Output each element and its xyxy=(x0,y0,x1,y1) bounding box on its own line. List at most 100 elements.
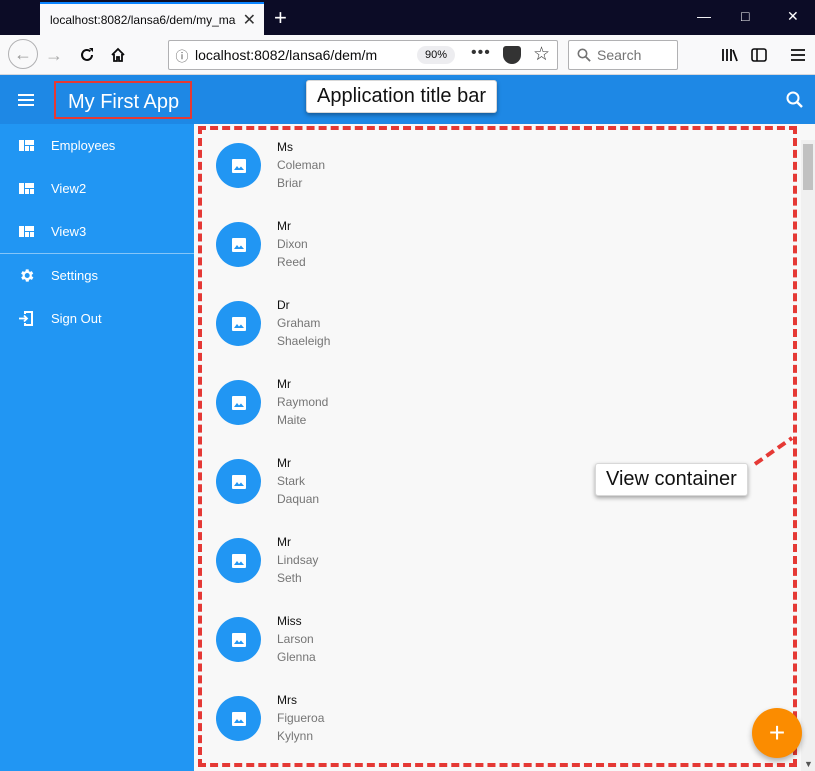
avatar xyxy=(216,538,261,583)
sidebar-item-settings[interactable]: Settings xyxy=(0,254,194,297)
scroll-down-icon[interactable]: ▼ xyxy=(804,759,813,769)
employee-title: Mrs xyxy=(277,693,297,707)
forward-icon[interactable]: → xyxy=(40,41,68,69)
view-quilt-icon xyxy=(19,183,34,194)
view-container-callout: View container xyxy=(595,463,748,496)
callout-pointer xyxy=(753,436,794,466)
employee-title: Ms xyxy=(277,140,293,154)
view-quilt-icon xyxy=(19,140,34,151)
search-icon xyxy=(577,48,591,62)
browser-navbar: ← → ⓘ localhost:8082/lansa6/dem/m 90% ••… xyxy=(0,35,815,75)
zoom-level[interactable]: 90% xyxy=(417,46,456,64)
list-item[interactable]: Mr Lindsay Seth xyxy=(194,519,784,598)
employee-given-name: Kylynn xyxy=(277,729,314,743)
employee-given-name: Maite xyxy=(277,413,307,427)
employee-given-name: Briar xyxy=(277,176,303,190)
close-tab-icon[interactable]: ✕ xyxy=(243,10,256,30)
list-item[interactable]: Mrs Figueroa Kylynn xyxy=(194,677,784,756)
list-item[interactable]: Mr Raymond Maite xyxy=(194,361,784,440)
bookmark-star-icon[interactable]: ☆ xyxy=(533,43,550,66)
gear-icon xyxy=(21,269,34,282)
sidebar-item-employees[interactable]: Employees xyxy=(0,124,194,167)
url-text: localhost:8082/lansa6/dem/m xyxy=(195,47,378,63)
info-icon[interactable]: ⓘ xyxy=(169,46,195,65)
employee-surname: Stark xyxy=(277,474,306,488)
scrollbar[interactable]: ▼ xyxy=(801,140,815,771)
employee-surname: Lindsay xyxy=(277,553,319,567)
scroll-thumb[interactable] xyxy=(803,144,813,190)
sidebar-item-label: Sign Out xyxy=(51,311,102,326)
sidebar-item-label: Settings xyxy=(51,268,98,283)
employee-given-name: Shaeleigh xyxy=(277,334,331,348)
minimize-icon[interactable]: — xyxy=(697,8,711,24)
reload-icon[interactable] xyxy=(73,41,101,69)
view-container: Ms Coleman Briar Mr Dixon Reed Dr Graham… xyxy=(194,124,815,771)
browser-tabstrip: localhost:8082/lansa6/dem/my_ma ✕ + — □ … xyxy=(0,0,815,35)
image-icon xyxy=(231,711,246,726)
image-icon xyxy=(231,632,246,647)
image-icon xyxy=(231,158,246,173)
title-bar-callout: Application title bar xyxy=(306,80,497,113)
more-icon[interactable]: ••• xyxy=(471,44,491,62)
image-icon xyxy=(231,316,246,331)
list-item[interactable]: Ms Coleman Briar xyxy=(194,124,784,203)
avatar xyxy=(216,459,261,504)
avatar xyxy=(216,380,261,425)
image-icon xyxy=(231,474,246,489)
avatar xyxy=(216,143,261,188)
sidebar-item-view2[interactable]: View2 xyxy=(0,167,194,210)
tab-title: localhost:8082/lansa6/dem/my_ma xyxy=(50,12,236,27)
employee-title: Miss xyxy=(277,614,302,628)
employee-given-name: Reed xyxy=(277,255,306,269)
sidebar-toggle-icon[interactable] xyxy=(745,41,773,69)
employee-surname: Coleman xyxy=(277,158,326,172)
hamburger-menu-icon[interactable] xyxy=(18,94,34,106)
list-item[interactable]: Dr Graham Shaeleigh xyxy=(194,282,784,361)
employee-title: Mr xyxy=(277,219,291,233)
sidebar-item-sign-out[interactable]: Sign Out xyxy=(0,297,194,340)
list-item[interactable]: Mr Dixon Reed xyxy=(194,203,784,282)
avatar xyxy=(216,222,261,267)
address-bar[interactable]: ⓘ localhost:8082/lansa6/dem/m 90% ••• ☆ xyxy=(168,40,558,70)
back-icon[interactable]: ← xyxy=(8,39,38,69)
menu-icon[interactable] xyxy=(784,41,812,69)
close-window-icon[interactable]: ✕ xyxy=(787,8,799,25)
home-icon[interactable] xyxy=(104,41,132,69)
avatar xyxy=(216,617,261,662)
sidebar-item-label: View2 xyxy=(51,181,87,196)
add-button[interactable]: + xyxy=(752,708,802,758)
image-icon xyxy=(231,553,246,568)
employee-surname: Figueroa xyxy=(277,711,325,725)
browser-search-field[interactable]: Search xyxy=(568,40,678,70)
browser-tab[interactable]: localhost:8082/lansa6/dem/my_ma ✕ xyxy=(40,2,264,35)
employee-surname: Larson xyxy=(277,632,314,646)
maximize-icon[interactable]: □ xyxy=(741,8,749,24)
avatar xyxy=(216,301,261,346)
employee-title: Mr xyxy=(277,377,291,391)
image-icon xyxy=(231,395,246,410)
employee-title: Mr xyxy=(277,535,291,549)
employee-surname: Dixon xyxy=(277,237,308,251)
employee-given-name: Daquan xyxy=(277,492,320,506)
image-icon xyxy=(231,237,246,252)
search-icon[interactable] xyxy=(785,90,805,110)
search-placeholder: Search xyxy=(597,47,642,63)
employee-surname: Raymond xyxy=(277,395,329,409)
new-tab-icon[interactable]: + xyxy=(274,5,287,31)
sidebar-item-view3[interactable]: View3 xyxy=(0,210,194,253)
sidebar-item-label: View3 xyxy=(51,224,87,239)
employee-given-name: Seth xyxy=(277,571,302,585)
sidebar-item-label: Employees xyxy=(51,138,116,153)
application: My First App Employees View2 View3 Setti… xyxy=(0,75,815,771)
pocket-icon[interactable] xyxy=(503,46,521,64)
employee-title: Dr xyxy=(277,298,290,312)
view-quilt-icon xyxy=(19,226,34,237)
list-item[interactable]: Miss Larson Glenna xyxy=(194,598,784,677)
exit-icon xyxy=(19,311,33,326)
library-icon[interactable] xyxy=(716,41,744,69)
sidebar: Employees View2 View3 Settings Sign Out xyxy=(0,124,194,771)
app-title-highlight: My First App xyxy=(54,81,192,119)
employee-surname: Graham xyxy=(277,316,321,330)
employee-title: Mr xyxy=(277,456,291,470)
avatar xyxy=(216,696,261,741)
